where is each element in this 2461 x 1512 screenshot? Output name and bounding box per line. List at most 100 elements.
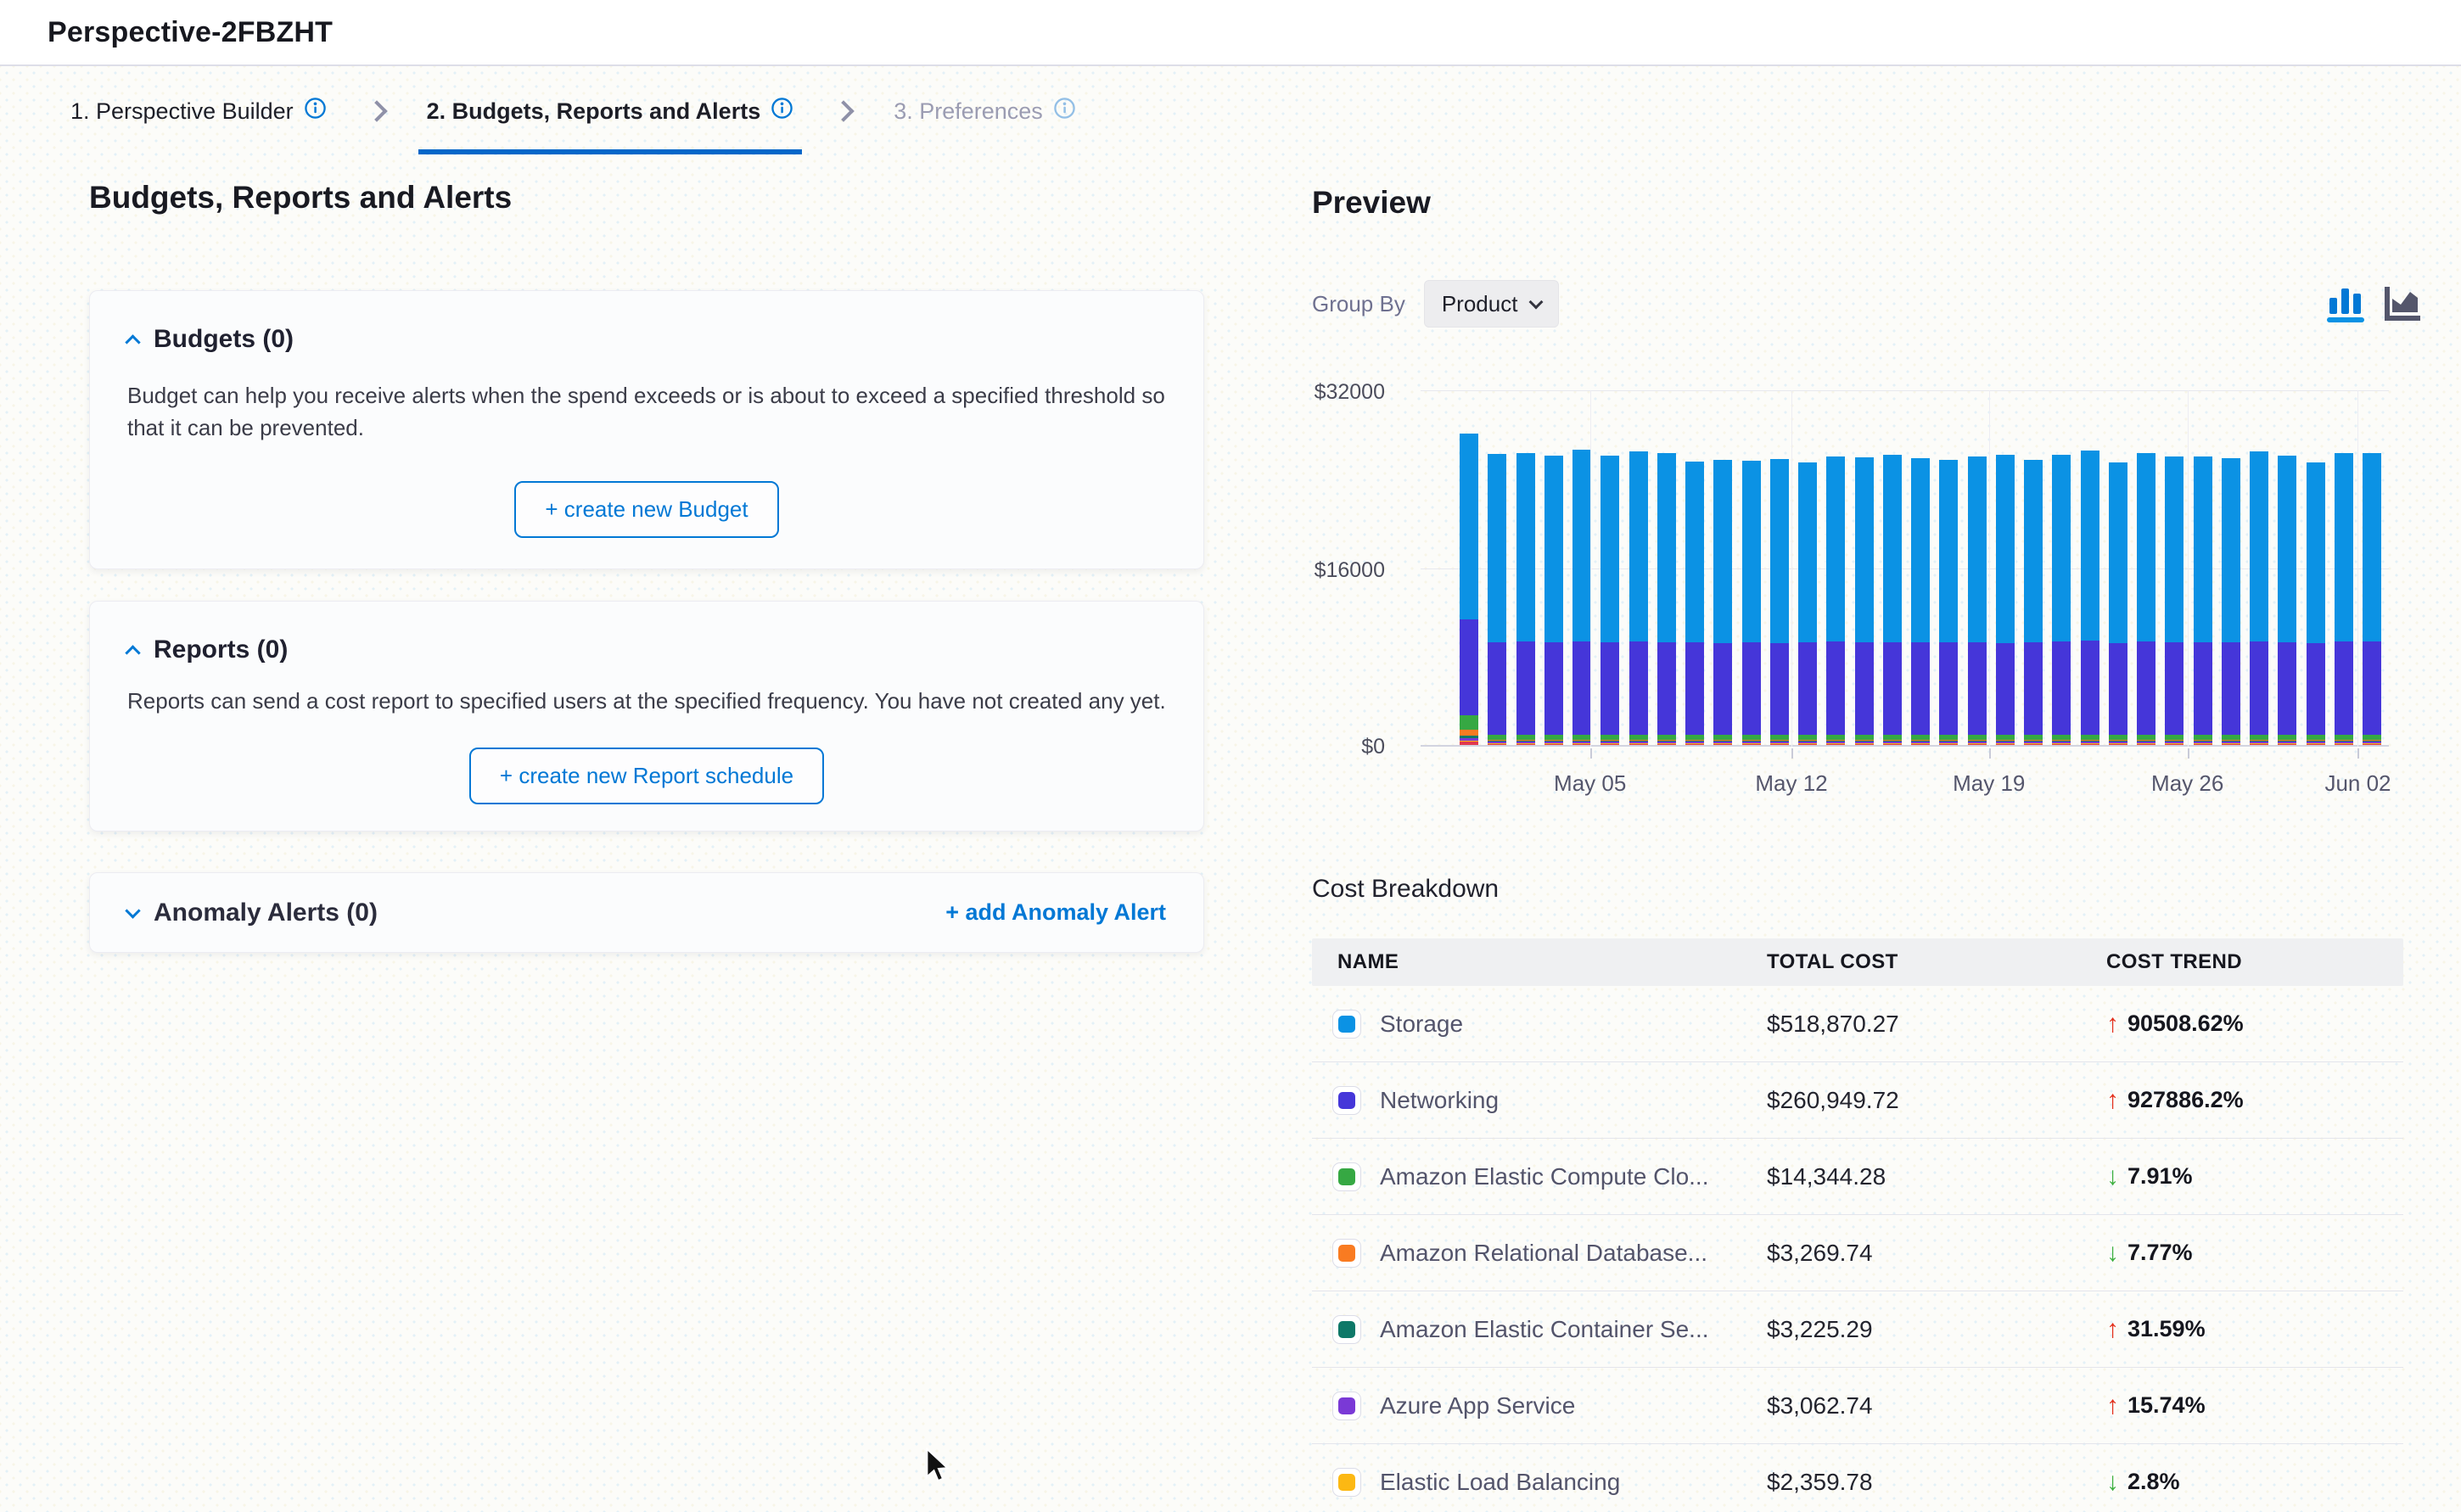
anomaly-alerts-card: Anomaly Alerts (0) + add Anomaly Alert bbox=[89, 872, 1204, 953]
table-row: Azure App Service$3,062.74↑15.74% bbox=[1312, 1368, 2403, 1444]
create-budget-button[interactable]: + create new Budget bbox=[514, 481, 778, 538]
series-color-swatch bbox=[1332, 1392, 1361, 1420]
info-icon[interactable] bbox=[771, 97, 793, 126]
bar-segment bbox=[1770, 643, 1789, 735]
bar-segment bbox=[2165, 456, 2184, 642]
bar-segment bbox=[1572, 641, 1591, 735]
series-color-swatch bbox=[1332, 1239, 1361, 1268]
tab-perspective-builder[interactable]: 1. Perspective Builder bbox=[62, 66, 335, 154]
bar-segment bbox=[1911, 458, 1930, 642]
anomaly-collapse-header[interactable]: Anomaly Alerts (0) bbox=[127, 899, 378, 927]
bar-segment bbox=[2194, 456, 2212, 642]
stacked-bar bbox=[2081, 451, 2099, 745]
bar-segment bbox=[1742, 642, 1761, 734]
cost-breakdown-title: Cost Breakdown bbox=[1312, 875, 1499, 904]
info-icon[interactable] bbox=[304, 97, 327, 126]
col-header-total-cost: TOTAL COST bbox=[1767, 950, 2106, 974]
row-name: Amazon Elastic Container Se... bbox=[1380, 1316, 1709, 1343]
trend-up-arrow-icon: ↑ bbox=[2106, 1088, 2119, 1113]
row-cost-trend: ↑ 15.74% bbox=[2106, 1392, 2403, 1419]
stacked-bar bbox=[2250, 451, 2268, 745]
series-color-swatch bbox=[1332, 1468, 1361, 1497]
stacked-bar bbox=[1968, 456, 1987, 745]
bar-segment bbox=[1685, 642, 1704, 734]
bar-segment bbox=[2165, 744, 2184, 746]
x-axis-tick bbox=[1989, 748, 1991, 759]
row-name: Amazon Elastic Compute Clo... bbox=[1380, 1163, 1709, 1190]
wizard-tabbar: 1. Perspective Builder 2. Budgets, Repor… bbox=[62, 66, 1085, 154]
bar-segment bbox=[2052, 744, 2071, 746]
create-report-schedule-button[interactable]: + create new Report schedule bbox=[469, 748, 824, 804]
bar-segment bbox=[1600, 744, 1619, 746]
bar-segment bbox=[1939, 460, 1958, 643]
trend-up-arrow-icon: ↑ bbox=[2106, 1393, 2119, 1419]
stacked-bar bbox=[2024, 460, 2043, 745]
col-header-cost-trend: COST TREND bbox=[2106, 950, 2403, 974]
row-total-cost: $3,269.74 bbox=[1767, 1240, 2106, 1267]
bar-segment bbox=[1460, 715, 1478, 730]
row-name-cell: Storage bbox=[1312, 1010, 1767, 1039]
stacked-bar bbox=[1713, 460, 1732, 745]
anomaly-card-title: Anomaly Alerts (0) bbox=[154, 899, 378, 927]
stacked-bar bbox=[1657, 453, 1676, 745]
table-row: Amazon Relational Database...$3,269.74↓7… bbox=[1312, 1215, 2403, 1291]
stacked-bar bbox=[1685, 462, 1704, 745]
trend-up-arrow-icon: ↑ bbox=[2106, 1011, 2119, 1037]
col-header-name: NAME bbox=[1312, 950, 1767, 974]
bar-segment bbox=[1826, 456, 1845, 641]
y-axis-tick: $16000 bbox=[1215, 558, 1385, 583]
bar-segment bbox=[2137, 744, 2155, 746]
reports-collapse-header[interactable]: Reports (0) bbox=[127, 636, 1166, 664]
bar-segment bbox=[1742, 744, 1761, 746]
bar-segment bbox=[1713, 643, 1732, 735]
bar-segment bbox=[1657, 642, 1676, 735]
trend-value: 15.74% bbox=[2127, 1392, 2206, 1419]
bar-chart-icon[interactable] bbox=[2327, 283, 2366, 328]
trend-value: 2.8% bbox=[2127, 1469, 2180, 1495]
area-chart-icon[interactable] bbox=[2381, 283, 2422, 328]
reports-card: Reports (0) Reports can send a cost repo… bbox=[89, 601, 1204, 832]
table-row: Amazon Elastic Compute Clo...$14,344.28↓… bbox=[1312, 1139, 2403, 1215]
budgets-card-title: Budgets (0) bbox=[154, 325, 294, 354]
bar-segment bbox=[1883, 455, 1902, 642]
bar-segment bbox=[1572, 450, 1591, 641]
stacked-bar bbox=[2222, 458, 2240, 745]
bar-segment bbox=[1488, 642, 1506, 735]
stacked-bar bbox=[2137, 453, 2155, 745]
chevron-up-icon bbox=[125, 645, 140, 660]
bar-segment bbox=[2194, 642, 2212, 735]
series-color-swatch bbox=[1332, 1010, 1361, 1039]
bar-segment bbox=[2081, 744, 2099, 746]
stacked-bar bbox=[1996, 455, 2015, 745]
x-axis-tick bbox=[1590, 748, 1592, 759]
window-header: Perspective-2FBZHT bbox=[0, 0, 2461, 66]
x-axis-tick-label: May 05 bbox=[1554, 770, 1626, 797]
add-anomaly-alert-link[interactable]: + add Anomaly Alert bbox=[945, 899, 1166, 926]
bar-segment bbox=[2363, 744, 2381, 746]
breakdown-rows: Storage$518,870.27↑90508.62%Networking$2… bbox=[1312, 986, 2403, 1512]
cost-breakdown-table: NAME TOTAL COST COST TREND Storage$518,8… bbox=[1312, 938, 2403, 1512]
row-name-cell: Amazon Relational Database... bbox=[1312, 1239, 1767, 1268]
bar-segment bbox=[2363, 453, 2381, 641]
tab-budgets-reports-alerts[interactable]: 2. Budgets, Reports and Alerts bbox=[418, 66, 803, 154]
chevron-right-icon bbox=[369, 104, 384, 123]
stacked-bar bbox=[1572, 450, 1591, 745]
tab-label: 1. Perspective Builder bbox=[70, 98, 294, 125]
bar-segment bbox=[2278, 642, 2296, 735]
info-icon[interactable] bbox=[1053, 97, 1076, 126]
tab-preferences[interactable]: 3. Preferences bbox=[885, 66, 1085, 154]
row-name: Storage bbox=[1380, 1011, 1463, 1038]
stacked-bar bbox=[1600, 456, 1619, 745]
trend-value: 927886.2% bbox=[2127, 1087, 2244, 1113]
bar-segment bbox=[2307, 744, 2325, 746]
bar-segment bbox=[1826, 744, 1845, 746]
row-total-cost: $3,062.74 bbox=[1767, 1392, 2106, 1420]
budgets-collapse-header[interactable]: Budgets (0) bbox=[127, 325, 1166, 354]
bar-segment bbox=[2250, 744, 2268, 746]
group-by-dropdown[interactable]: Product bbox=[1424, 280, 1560, 328]
y-axis-tick: $32000 bbox=[1215, 380, 1385, 405]
gridline bbox=[1421, 568, 2389, 569]
stacked-bar bbox=[2307, 462, 2325, 745]
gridline bbox=[1590, 390, 1591, 747]
gridline bbox=[2188, 390, 2189, 747]
